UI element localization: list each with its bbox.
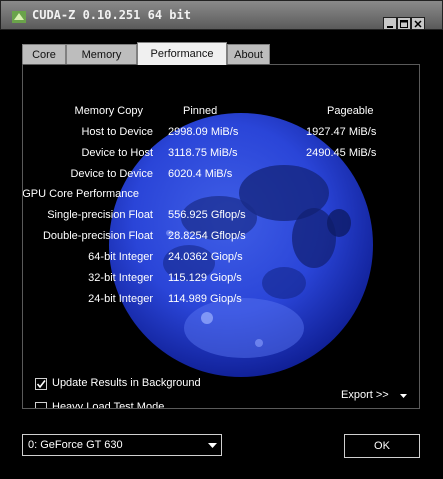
minimize-button[interactable] xyxy=(383,17,397,30)
gpu-device-value: 0: GeForce GT 630 xyxy=(28,439,123,451)
tab-core[interactable]: Core xyxy=(22,44,66,64)
gpu-device-select[interactable]: 0: GeForce GT 630 xyxy=(22,434,222,456)
main-window: Core Memory Performance About Memory Cop… xyxy=(12,30,432,470)
close-button[interactable] xyxy=(411,17,425,30)
int24-label: 24-bit Integer xyxy=(88,293,153,305)
export-button[interactable]: Export >> xyxy=(341,389,389,401)
tab-performance[interactable]: Performance xyxy=(137,42,227,65)
device-to-host-pageable: 2490.45 MiB/s xyxy=(306,147,377,159)
performance-panel: Memory Copy Pinned Pageable Host to Devi… xyxy=(22,64,420,409)
update-background-checkbox[interactable] xyxy=(35,378,47,390)
ok-button[interactable]: OK xyxy=(344,434,420,458)
chevron-down-icon xyxy=(208,443,217,448)
checkmark-icon xyxy=(36,380,46,389)
device-to-device-label: Device to Device xyxy=(70,168,153,180)
close-icon xyxy=(414,19,422,28)
host-to-device-pinned: 2998.09 MiB/s xyxy=(168,126,239,138)
pageable-header: Pageable xyxy=(327,105,374,117)
double-precision-label: Double-precision Float xyxy=(42,230,153,242)
int32-value: 115.129 Giop/s xyxy=(168,272,242,284)
title-bar[interactable]: CUDA-Z 0.10.251 64 bit xyxy=(0,0,443,30)
single-precision-label: Single-precision Float xyxy=(47,209,153,221)
chevron-down-icon xyxy=(400,394,407,398)
int24-value: 114.989 Giop/s xyxy=(168,293,242,305)
int64-value: 24.0362 Giop/s xyxy=(168,251,243,263)
single-precision-value: 556.925 Gflop/s xyxy=(168,209,246,221)
host-to-device-pageable: 1927.47 MiB/s xyxy=(306,126,377,138)
heavy-load-label[interactable]: Heavy Load Test Mode xyxy=(52,401,164,408)
int64-label: 64-bit Integer xyxy=(88,251,153,263)
tab-memory[interactable]: Memory xyxy=(66,44,137,64)
gpu-core-performance-header: GPU Core Performance xyxy=(22,188,139,200)
tab-about[interactable]: About xyxy=(227,44,270,64)
update-background-label[interactable]: Update Results in Background xyxy=(52,377,201,389)
maximize-icon xyxy=(400,19,408,28)
maximize-button[interactable] xyxy=(397,17,411,30)
device-to-host-label: Device to Host xyxy=(81,147,153,159)
app-icon xyxy=(12,11,26,23)
window-title: CUDA-Z 0.10.251 64 bit xyxy=(32,8,191,22)
heavy-load-checkbox[interactable] xyxy=(35,402,47,408)
memory-copy-header: Memory Copy xyxy=(74,105,143,117)
minimize-icon xyxy=(387,25,393,28)
device-to-device-pinned: 6020.4 MiB/s xyxy=(168,168,233,180)
double-precision-value: 28.8254 Gflop/s xyxy=(168,230,246,242)
pinned-header: Pinned xyxy=(183,105,218,117)
device-to-host-pinned: 3118.75 MiB/s xyxy=(168,147,238,159)
host-to-device-label: Host to Device xyxy=(81,126,153,138)
int32-label: 32-bit Integer xyxy=(88,272,153,284)
